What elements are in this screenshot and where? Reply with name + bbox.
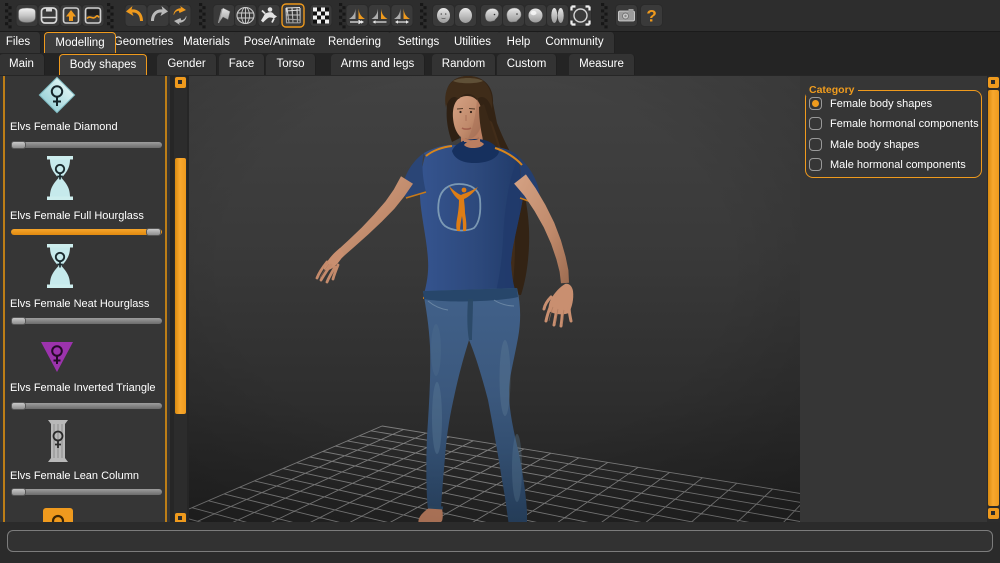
- svg-text:?: ?: [646, 7, 656, 26]
